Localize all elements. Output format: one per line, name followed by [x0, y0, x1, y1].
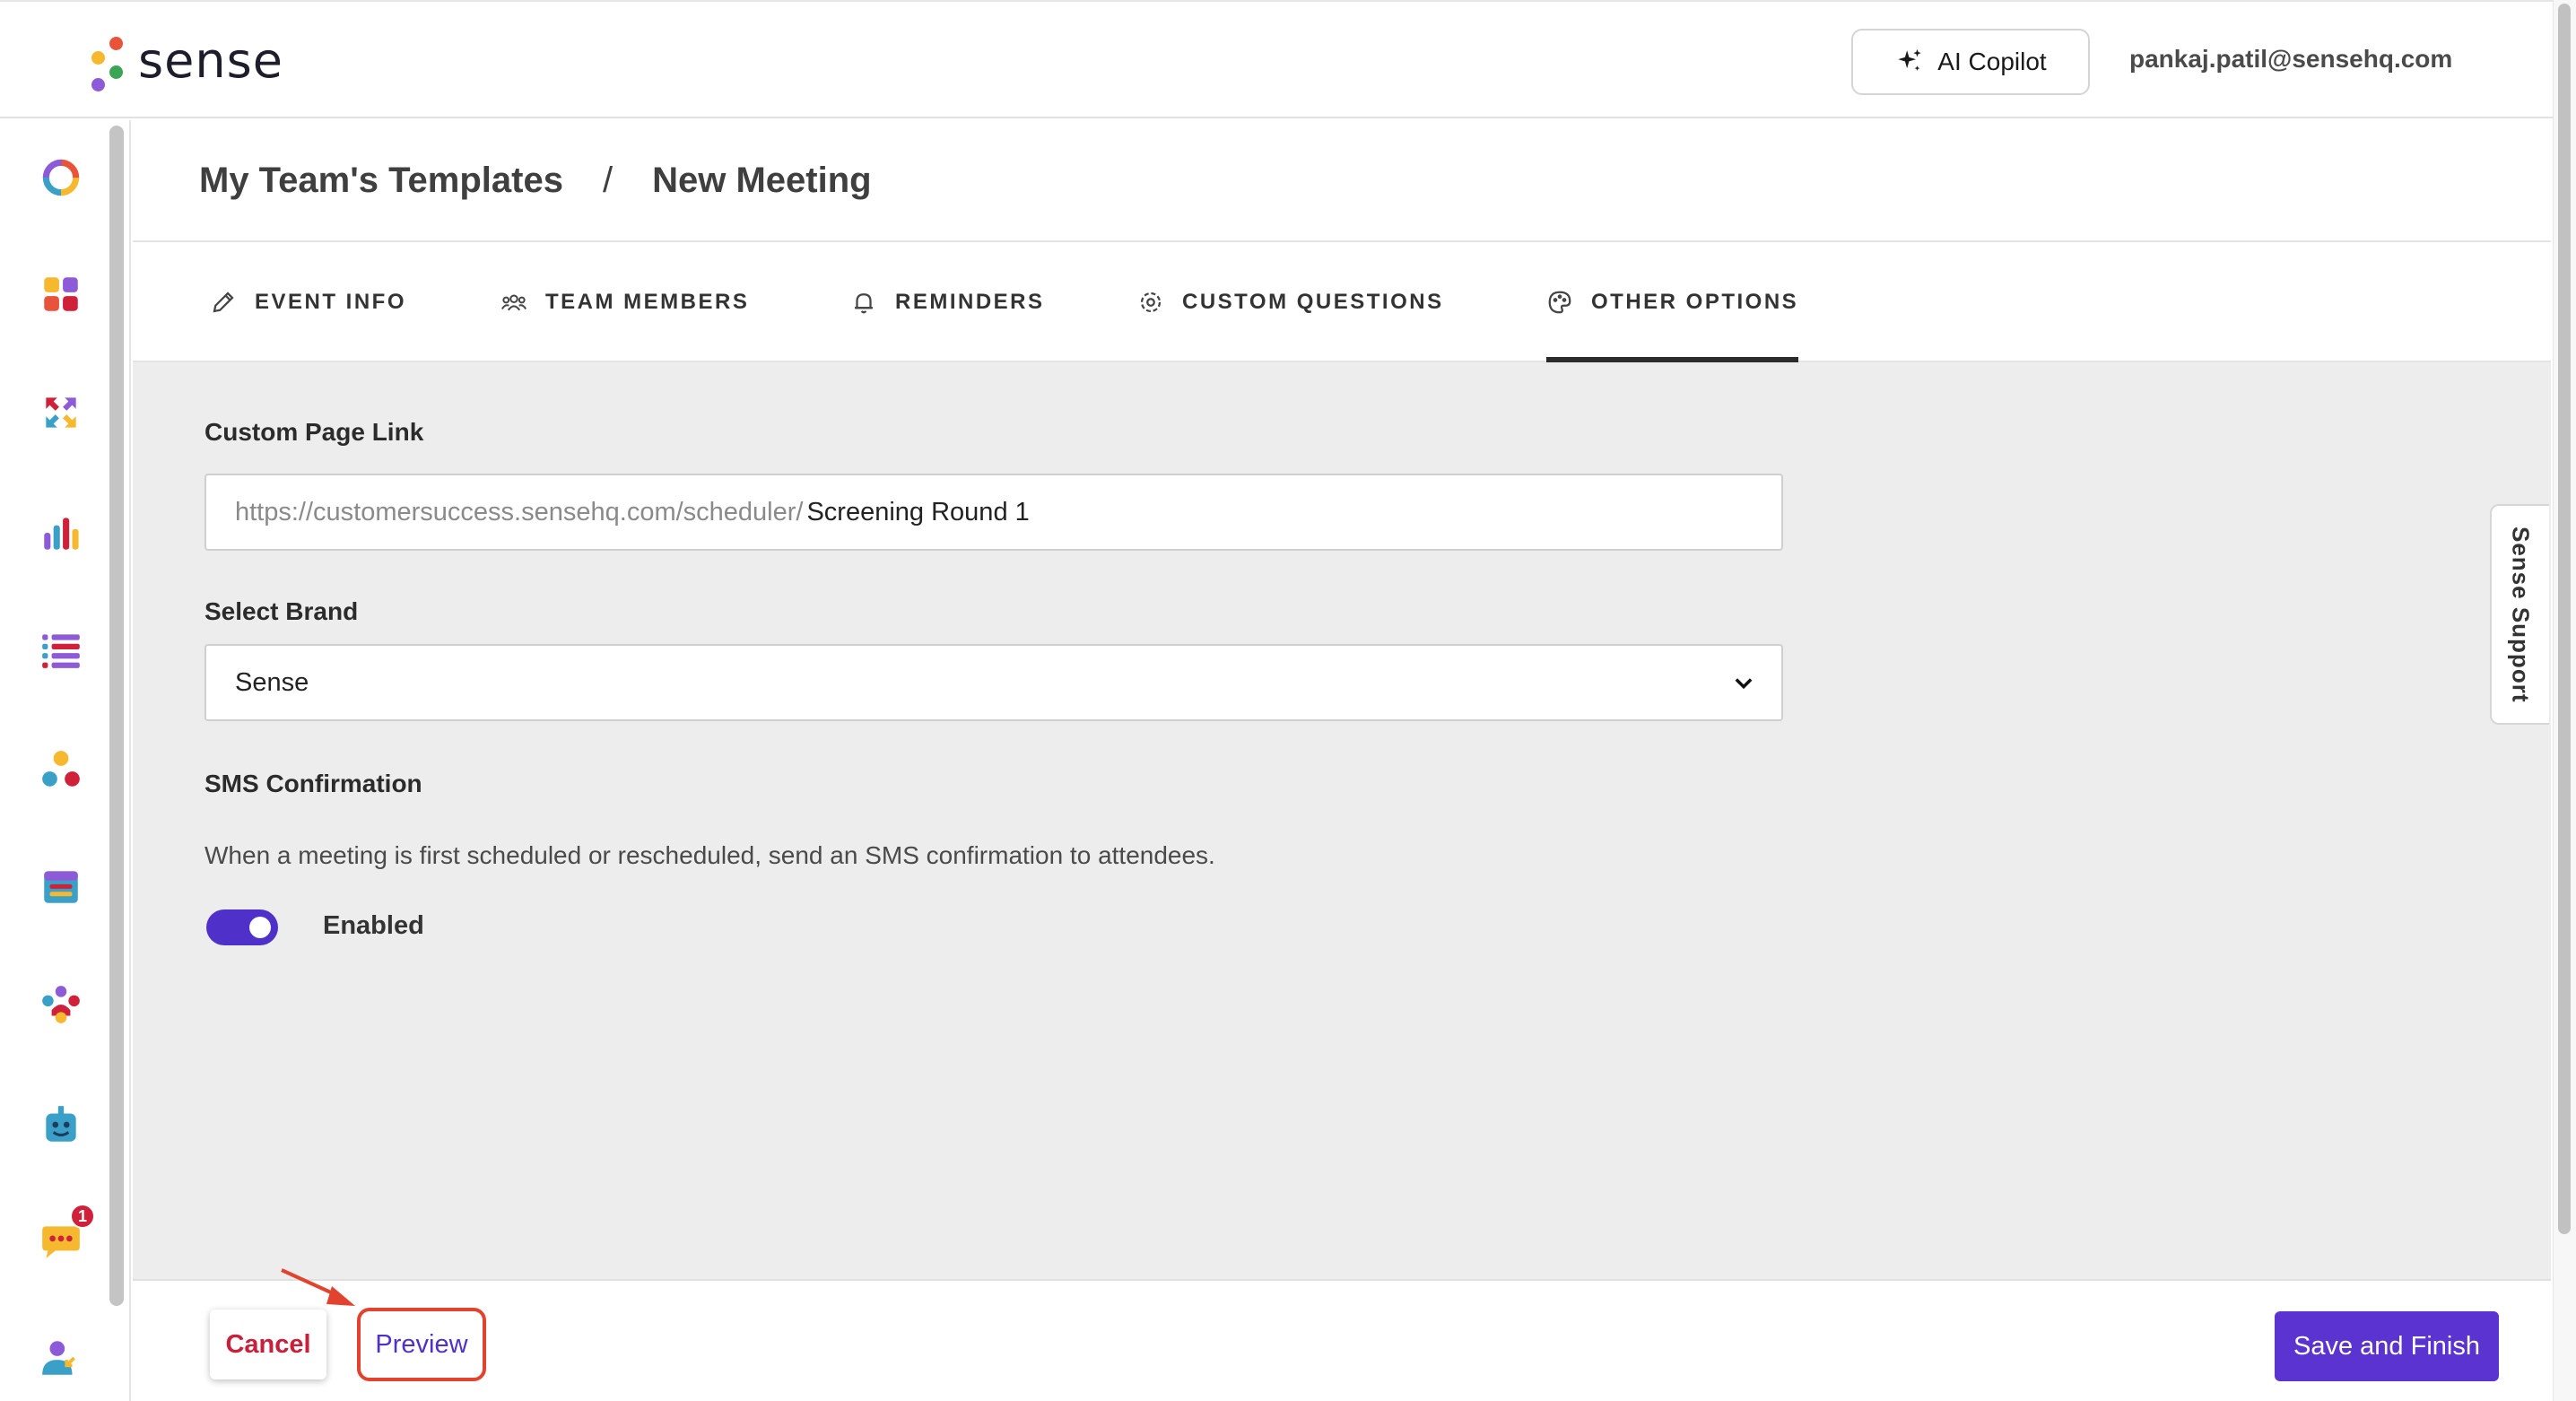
custom-link-label: Custom Page Link [205, 418, 424, 446]
sms-toggle-label: Enabled [323, 911, 424, 940]
annotation-arrow-icon [281, 1268, 355, 1306]
sidebar-item-community[interactable] [36, 979, 86, 1030]
team-icon [501, 294, 527, 311]
tab-event-info[interactable]: EVENT INFO [210, 242, 406, 362]
tab-label: EVENT INFO [255, 290, 407, 314]
custom-link-prefix: https://customersuccess.sensehq.com/sche… [235, 497, 804, 526]
breadcrumb: My Team's Templates / New Meeting [133, 120, 2551, 242]
breadcrumb-separator: / [602, 160, 614, 200]
grid-icon [44, 277, 78, 311]
sidebar-item-analytics[interactable] [36, 508, 86, 558]
tab-label: CUSTOM QUESTIONS [1182, 290, 1444, 314]
sparkle-icon [1898, 48, 1922, 71]
palette-icon [1548, 291, 1571, 314]
sidebar-item-home[interactable] [36, 152, 86, 203]
toggle-knob [249, 917, 271, 938]
left-sidebar: 1 [0, 120, 131, 1401]
page-scrollbar-thumb[interactable] [2558, 4, 2571, 1234]
gear-icon [1140, 292, 1162, 313]
logo-text: sense [138, 31, 283, 89]
sidebar-item-calendar[interactable] [36, 861, 86, 911]
user-email[interactable]: pankaj.patil@sensehq.com [2129, 45, 2452, 74]
tab-team-members[interactable]: TEAM MEMBERS [500, 242, 749, 362]
tab-reminders[interactable]: REMINDERS [850, 242, 1045, 362]
ring-icon [42, 159, 80, 196]
workflow-icon [42, 751, 80, 787]
preview-button[interactable]: Preview [357, 1308, 486, 1381]
top-header: sense AI Copilot pankaj.patil@sensehq.co… [0, 0, 2553, 118]
action-footer: Cancel Preview Save and Finish [133, 1279, 2551, 1401]
ai-copilot-label: AI Copilot [1937, 48, 2047, 75]
tab-custom-questions[interactable]: CUSTOM QUESTIONS [1137, 242, 1444, 362]
brand-select[interactable]: Sense [205, 644, 1783, 721]
bar-chart-icon [44, 518, 79, 550]
options-form: Custom Page Link https://customersuccess… [133, 362, 2551, 1279]
tab-label: TEAM MEMBERS [545, 290, 750, 314]
breadcrumb-parent[interactable]: My Team's Templates [199, 161, 563, 201]
calendar-icon [44, 871, 78, 903]
list-icon [42, 634, 80, 668]
sense-support-tab[interactable]: Sense Support [2490, 504, 2549, 725]
tab-label: OTHER OPTIONS [1591, 290, 1799, 314]
breadcrumb-current: New Meeting [652, 160, 872, 200]
cancel-button[interactable]: Cancel [210, 1310, 326, 1379]
sidebar-item-dashboard[interactable] [36, 269, 86, 319]
chatbot-icon [46, 1106, 76, 1142]
sense-logo[interactable]: sense [86, 29, 283, 91]
page-scrollbar[interactable] [2553, 0, 2576, 1401]
brand-label: Select Brand [205, 597, 359, 625]
sidebar-scrollbar[interactable] [109, 126, 124, 1306]
bell-icon [855, 293, 873, 314]
people-icon [42, 986, 80, 1023]
ai-copilot-button[interactable]: AI Copilot [1851, 29, 2090, 95]
tab-bar: EVENT INFO TEAM MEMBERS REMINDERS CUSTOM… [133, 242, 2551, 364]
custom-link-value: Screening Round 1 [806, 497, 1030, 526]
tab-other-options[interactable]: OTHER OPTIONS [1546, 242, 1799, 364]
chevron-down-icon [1735, 678, 1753, 690]
sms-confirmation-label: SMS Confirmation [205, 770, 422, 797]
pencil-icon [213, 292, 234, 313]
brand-selected-value: Sense [235, 667, 309, 697]
sidebar-item-profile[interactable] [36, 1333, 86, 1383]
sidebar-item-workflows[interactable] [36, 744, 86, 795]
arrows-icon [46, 397, 76, 428]
sense-support-label: Sense Support [2507, 526, 2535, 703]
tab-label: REMINDERS [895, 290, 1045, 314]
user-icon [42, 1341, 75, 1375]
custom-link-input[interactable]: https://customersuccess.sensehq.com/sche… [205, 474, 1783, 551]
sidebar-item-lists[interactable] [36, 624, 86, 674]
logo-dots-icon [86, 31, 127, 91]
sidebar-item-chatbot[interactable] [36, 1100, 86, 1150]
sms-description: When a meeting is first scheduled or res… [205, 841, 1215, 869]
sidebar-item-messages[interactable]: 1 [36, 1204, 95, 1266]
sidebar-item-engage[interactable] [36, 387, 86, 438]
save-and-finish-button[interactable]: Save and Finish [2275, 1311, 2499, 1381]
messages-badge: 1 [70, 1204, 95, 1229]
sms-toggle[interactable] [206, 909, 278, 945]
